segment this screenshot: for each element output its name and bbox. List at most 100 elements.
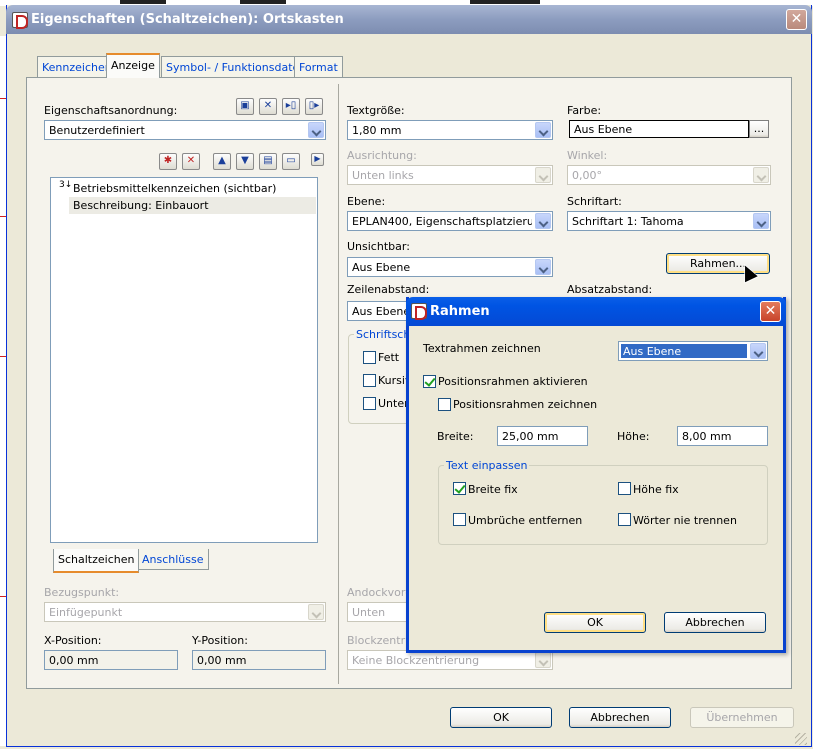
resize-grip[interactable] <box>795 733 807 745</box>
fett-label: Fett <box>378 351 400 364</box>
property-list[interactable]: 3↓ Betriebsmittelkennzeichen (sichtbar) … <box>50 177 318 543</box>
winkel-label: Winkel: <box>567 149 608 162</box>
hoehe-fix-checkbox[interactable] <box>618 482 631 495</box>
text-einpassen-group <box>438 465 768 545</box>
chevron-down-icon <box>308 604 324 620</box>
kursiv-checkbox[interactable] <box>363 374 376 387</box>
ausrichtung-label: Ausrichtung: <box>347 149 417 162</box>
tab-format[interactable]: Format <box>294 56 343 78</box>
group-icon[interactable]: ▤ <box>259 153 277 170</box>
sort-order-icon: 3↓ <box>59 180 73 190</box>
arrangement-label: Eigenschaftsanordnung: <box>44 104 178 117</box>
ypos-field[interactable]: 0,00 mm <box>192 650 326 670</box>
subtab-schaltzeichen[interactable]: Schaltzeichen <box>53 549 140 573</box>
chevron-down-icon <box>308 122 324 138</box>
bezugspunkt-dropdown[interactable]: Einfügepunkt <box>44 602 326 622</box>
schriftart-dropdown[interactable]: Schriftart 1: Tahoma <box>567 211 771 231</box>
ausrichtung-dropdown[interactable]: Unten links <box>347 165 553 185</box>
chevron-down-icon <box>753 167 769 183</box>
dialog-cancel-button[interactable]: Abbrechen <box>664 612 766 633</box>
textrahmen-dropdown[interactable]: Aus Ebene <box>618 341 768 361</box>
background-mark <box>120 0 166 4</box>
schriftart-label: Schriftart: <box>567 195 622 208</box>
breite-label: Breite: <box>437 430 474 443</box>
apply-button[interactable]: Übernehmen <box>690 707 794 728</box>
absatzabstand-label: Absatzabstand: <box>567 283 653 296</box>
andock-label: Andockvorg <box>347 586 413 599</box>
tab-anzeige[interactable]: Anzeige <box>106 53 160 78</box>
chevron-down-icon <box>535 652 551 668</box>
app-icon <box>12 12 28 29</box>
chevron-down-icon <box>535 213 551 229</box>
woerter-nie-trennen-checkbox[interactable] <box>618 513 631 526</box>
unterstrichen-checkbox[interactable] <box>363 397 376 410</box>
rahmen-dialog-close-button[interactable]: ✕ <box>760 301 781 322</box>
hoehe-label: Höhe: <box>617 430 650 443</box>
winkel-dropdown[interactable]: 0,00° <box>567 165 771 185</box>
ok-button[interactable]: OK <box>450 707 552 728</box>
ebene-label: Ebene: <box>347 195 386 208</box>
window-titlebar[interactable]: Eigenschaften (Schaltzeichen): Ortskaste… <box>6 5 812 34</box>
background-mark <box>470 0 540 4</box>
unsichtbar-label: Unsichtbar: <box>347 240 410 253</box>
farbe-browse-button[interactable]: ... <box>749 120 769 138</box>
positionsrahmen-aktivieren-checkbox[interactable] <box>423 375 436 388</box>
umbrueche-entfernen-label: Umbrüche entfernen <box>468 514 583 527</box>
unsichtbar-dropdown[interactable]: Aus Ebene <box>347 257 553 277</box>
window-title: Eigenschaften (Schaltzeichen): Ortskaste… <box>31 12 344 27</box>
arrangement-dropdown[interactable]: Benutzerdefiniert <box>44 120 326 140</box>
list-item[interactable]: Betriebsmittelkennzeichen (sichtbar) <box>73 182 276 195</box>
farbe-field[interactable]: Aus Ebene <box>569 120 749 138</box>
chevron-down-icon <box>535 122 551 138</box>
textgroesse-dropdown[interactable]: 1,80 mm <box>347 120 553 140</box>
breite-fix-label: Breite fix <box>468 483 518 496</box>
new-icon[interactable]: ✱ <box>159 153 177 170</box>
hoehe-field[interactable]: 8,00 mm <box>677 426 768 446</box>
chevron-down-icon <box>535 167 551 183</box>
rahmen-dialog-title: Rahmen <box>430 304 490 319</box>
window-close-button[interactable]: ✕ <box>786 9 807 30</box>
zeilenabstand-label: Zeilenabstand: <box>347 283 430 296</box>
more-icon[interactable]: ▶ <box>311 153 324 166</box>
breite-fix-checkbox[interactable] <box>453 482 466 495</box>
xpos-label: X-Position: <box>44 634 102 647</box>
background-mark <box>240 0 286 4</box>
fett-checkbox[interactable] <box>363 351 376 364</box>
ungroup-icon[interactable]: ▭ <box>282 153 300 170</box>
positionsrahmen-aktivieren-label: Positionsrahmen aktivieren <box>438 375 588 388</box>
positionsrahmen-zeichnen-label: Positionsrahmen zeichnen <box>453 398 598 411</box>
hoehe-fix-label: Höhe fix <box>633 483 679 496</box>
list-item[interactable]: Beschreibung: Einbauort <box>73 199 209 212</box>
cancel-button[interactable]: Abbrechen <box>569 707 671 728</box>
import-icon[interactable]: ▸▯ <box>282 98 300 115</box>
delete-icon[interactable]: ✕ <box>259 98 277 115</box>
export-icon[interactable]: ▯▸ <box>305 98 323 115</box>
textrahmen-label: Textrahmen zeichnen <box>423 342 541 355</box>
remove-icon[interactable]: ✕ <box>182 153 200 170</box>
save-icon[interactable]: ▣ <box>236 98 254 115</box>
bezugspunkt-label: Bezugspunkt: <box>44 586 120 599</box>
xpos-field[interactable]: 0,00 mm <box>44 650 178 670</box>
positionsrahmen-zeichnen-checkbox[interactable] <box>438 398 451 411</box>
app-icon <box>411 303 427 320</box>
tab-symbol-funktionsdaten[interactable]: Symbol- / Funktionsdaten <box>161 56 312 78</box>
chevron-down-icon <box>750 343 766 359</box>
text-einpassen-title: Text einpassen <box>444 459 530 472</box>
breite-field[interactable]: 25,00 mm <box>497 426 588 446</box>
ebene-dropdown[interactable]: EPLAN400, Eigenschaftsplatzierung.Be <box>347 211 553 231</box>
tab-kennzeichen[interactable]: Kennzeichen <box>37 56 117 78</box>
woerter-nie-trennen-label: Wörter nie trennen <box>633 514 737 527</box>
blockzentrierung-dropdown[interactable]: Keine Blockzentrierung <box>347 650 553 670</box>
farbe-label: Farbe: <box>567 104 602 117</box>
rahmen-dialog-titlebar[interactable]: Rahmen <box>406 297 786 326</box>
move-up-icon[interactable]: ▲ <box>213 153 231 170</box>
textgroesse-label: Textgröße: <box>347 104 405 117</box>
umbrueche-entfernen-checkbox[interactable] <box>453 513 466 526</box>
dialog-ok-button[interactable]: OK <box>544 612 646 633</box>
panel-divider <box>338 84 339 684</box>
move-down-icon[interactable]: ▼ <box>236 153 254 170</box>
chevron-down-icon <box>535 259 551 275</box>
unterstrichen-label: Unter <box>378 397 409 410</box>
chevron-down-icon <box>753 213 769 229</box>
subtab-anschluesse[interactable]: Anschlüsse <box>137 549 209 570</box>
